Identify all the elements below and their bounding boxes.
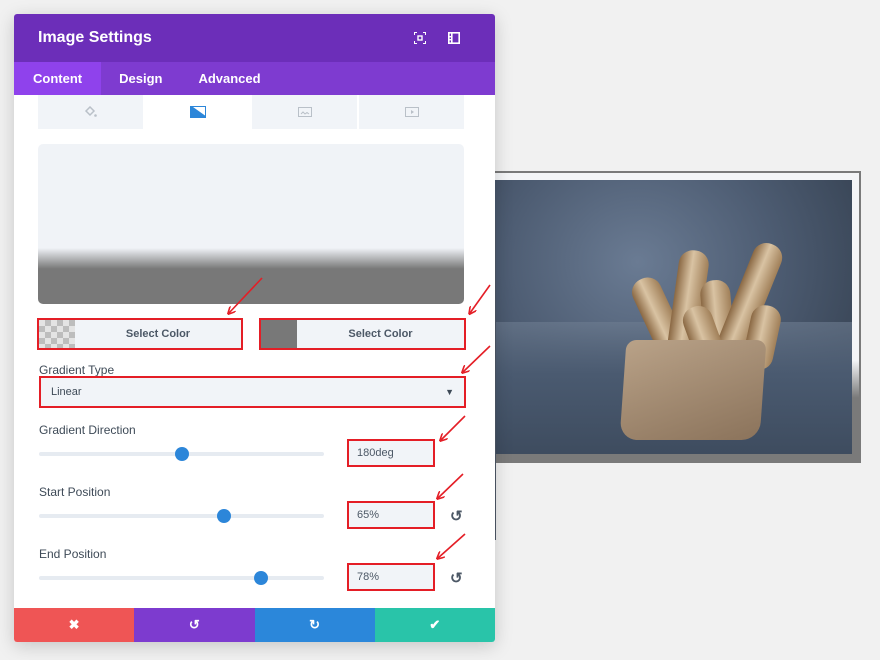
sidebar-toggle-icon[interactable] bbox=[437, 32, 471, 44]
select-color-label: Select Color bbox=[125, 328, 191, 340]
gradient-type-label: Gradient Type bbox=[39, 363, 115, 377]
gradient-direction-input[interactable]: 180deg bbox=[347, 439, 435, 467]
start-position-slider[interactable] bbox=[39, 509, 324, 523]
subtab-image[interactable] bbox=[252, 95, 359, 129]
checkmark-icon: ✔ bbox=[429, 617, 441, 632]
background-type-tabs bbox=[38, 95, 464, 129]
slider-handle[interactable] bbox=[174, 447, 189, 461]
modal-title: Image Settings bbox=[38, 29, 152, 46]
undo-button[interactable]: ↺ bbox=[134, 608, 255, 642]
end-position-slider[interactable] bbox=[39, 571, 324, 585]
modal-footer: ✖ ↺ ↻ ✔ bbox=[14, 608, 495, 642]
gray-swatch bbox=[261, 320, 297, 348]
subtab-video[interactable] bbox=[359, 95, 464, 129]
redo-icon: ↻ bbox=[309, 617, 321, 632]
close-icon: ✖ bbox=[68, 617, 80, 632]
modal-header: Image Settings bbox=[14, 14, 495, 62]
reset-icon[interactable]: ↺ bbox=[450, 569, 463, 587]
gradient-end-color-button[interactable]: Select Color bbox=[259, 318, 466, 350]
start-position-input[interactable]: 65% bbox=[347, 501, 435, 529]
tab-content[interactable]: Content bbox=[14, 62, 102, 95]
subtab-gradient[interactable] bbox=[145, 95, 252, 129]
fullscreen-icon[interactable] bbox=[403, 32, 437, 44]
gradient-direction-slider[interactable] bbox=[39, 447, 324, 461]
paint-bucket-icon bbox=[84, 106, 97, 118]
slider-handle[interactable] bbox=[254, 571, 269, 585]
preview-image bbox=[495, 180, 852, 454]
photo-paper-bag bbox=[619, 340, 767, 440]
image-settings-modal: Image Settings Content Design Advanced S… bbox=[14, 14, 495, 642]
subtab-color[interactable] bbox=[38, 95, 145, 129]
select-color-label: Select Color bbox=[348, 328, 413, 340]
gradient-type-value: Linear bbox=[51, 386, 82, 398]
reset-icon[interactable]: ↺ bbox=[450, 507, 463, 525]
cancel-button[interactable]: ✖ bbox=[14, 608, 135, 642]
gradient-icon bbox=[189, 106, 206, 118]
gradient-start-color-button[interactable]: Select Color bbox=[37, 318, 243, 350]
dropdown-arrow-icon: ▼ bbox=[445, 387, 454, 397]
redo-button[interactable]: ↻ bbox=[254, 608, 375, 642]
gradient-preview bbox=[38, 144, 464, 304]
end-position-label: End Position bbox=[39, 547, 107, 561]
settings-tabs: Content Design Advanced bbox=[14, 62, 495, 95]
transparent-swatch bbox=[39, 320, 75, 348]
end-position-input[interactable]: 78% bbox=[347, 563, 435, 591]
image-icon bbox=[297, 107, 312, 117]
tab-advanced[interactable]: Advanced bbox=[180, 62, 278, 95]
undo-icon: ↺ bbox=[188, 617, 200, 632]
save-button[interactable]: ✔ bbox=[374, 608, 495, 642]
gradient-type-select[interactable]: Linear ▼ bbox=[39, 376, 466, 408]
start-position-label: Start Position bbox=[39, 485, 111, 499]
gradient-direction-label: Gradient Direction bbox=[39, 423, 136, 437]
video-icon bbox=[404, 107, 419, 117]
tab-design[interactable]: Design bbox=[101, 62, 180, 95]
slider-handle[interactable] bbox=[217, 509, 232, 523]
